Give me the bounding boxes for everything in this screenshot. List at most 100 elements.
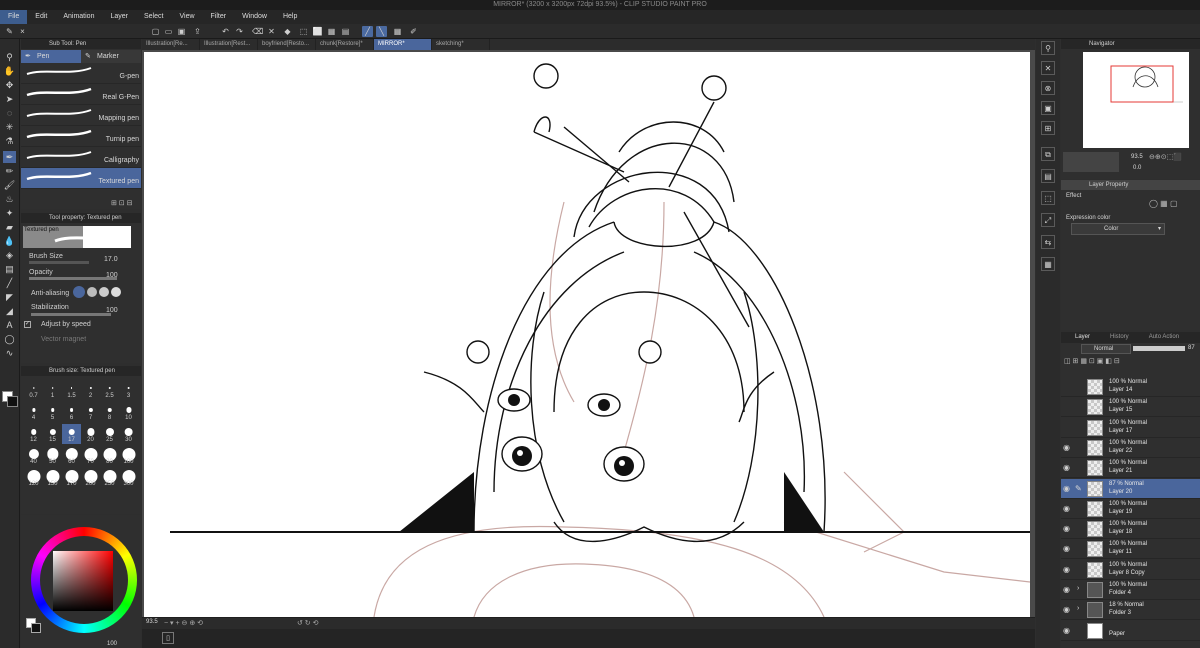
blend-mode-select[interactable]: Normal [1081,344,1131,354]
open-folder-icon[interactable]: ▭ [163,26,174,37]
tab-layer[interactable]: Layer [1061,332,1096,343]
doc-tab-mirror[interactable]: MIRROR* [374,39,432,50]
fill-icon[interactable]: ◆ [282,26,293,37]
doc-tab-2[interactable]: Illustration[Rest... [200,39,258,50]
eye-icon[interactable]: ◉ [1063,585,1072,594]
eye-icon[interactable]: ◉ [1063,463,1072,472]
drawing-canvas[interactable] [144,52,1030,617]
effect-icons[interactable]: ◯ ▦ ▢ [1149,199,1178,208]
tab-auto-action[interactable]: Auto Action [1135,332,1185,343]
hand-icon[interactable]: ✋ [3,65,16,77]
mesh-icon[interactable]: ▦ [1041,257,1055,271]
tab-pen[interactable]: ✒ Pen [21,50,81,63]
opacity-value[interactable]: 100 [106,272,118,279]
eye-icon[interactable]: ◉ [1063,484,1072,493]
frame-icon[interactable]: ◤ [3,291,16,303]
brush-size-option[interactable]: 5 [43,402,62,422]
ruler-icon[interactable]: ◢ [3,305,16,317]
layer-row[interactable]: ◉ 100 % Normal Layer 8 Copy [1061,560,1200,580]
layer-row[interactable]: ◉ Paper [1061,621,1200,641]
clear-outside-icon[interactable]: ✕ [266,26,277,37]
expression-color-select[interactable]: Color ▾ [1071,223,1165,235]
brush-size-option[interactable]: 1 [43,380,62,400]
layer-row[interactable]: ◉ ✎ 87 % Normal Layer 20 [1061,478,1200,499]
gradient-icon[interactable]: ▤ [3,263,16,275]
navigator-preview[interactable] [1083,52,1189,148]
eye-icon[interactable]: ◉ [1063,626,1072,635]
layer-row[interactable]: ◉ 100 % Normal Layer 21 [1061,458,1200,479]
pencil-icon[interactable]: ✎ [4,26,15,37]
scale-icon[interactable]: ⤢ [1041,213,1055,227]
brush-size-option[interactable]: 120 [24,468,43,488]
menu-file[interactable]: File [0,10,28,24]
layer-opacity-value[interactable]: 87 [1188,345,1195,351]
brush-size-option[interactable]: 50 [43,446,62,466]
menu-help[interactable]: Help [275,10,305,24]
transform-icon[interactable]: ⬚ [298,26,309,37]
decoration-icon[interactable]: ✦ [3,207,16,219]
menu-view[interactable]: View [171,10,202,24]
airbrush-icon[interactable]: ♨ [3,193,16,205]
paste-icon[interactable]: ▤ [1041,169,1055,183]
brush-size-option[interactable]: 250 [100,468,119,488]
snap-grid-icon[interactable]: ▦ [392,26,403,37]
navigator-angle[interactable]: 0.0 [1133,165,1141,171]
navigator-controls-icon[interactable]: ⊖⊕⊙⬚⬛ [1149,153,1182,161]
sub-color-chip[interactable] [31,623,41,633]
antialias-strong[interactable] [111,287,121,297]
stabilization-slider[interactable] [31,313,111,316]
brush-size-option[interactable]: 200 [81,468,100,488]
pencil-tool-icon[interactable]: ✏ [3,165,16,177]
brush-size-option[interactable]: 25 [100,424,119,444]
layer-row[interactable]: ◉ › 100 % Normal Folder 4 [1061,580,1200,600]
brush-item[interactable]: Calligraphy [21,147,141,168]
saturation-value-square[interactable] [53,551,113,611]
brush-size-option[interactable]: 70 [81,446,100,466]
menu-animation[interactable]: Animation [55,10,102,24]
layer-row[interactable]: ◉ 100 % Normal Layer 22 [1061,438,1200,458]
edit-icon[interactable]: ✐ [408,26,419,37]
auto-select-icon[interactable]: ✳ [3,121,16,133]
layer-row[interactable]: ◉ › 18 % Normal Folder 3 [1061,600,1200,621]
eye-hidden-icon[interactable] [1063,402,1072,411]
brush-size-option[interactable]: 8 [100,402,119,422]
antialias-medium[interactable] [99,287,109,297]
blend-icon[interactable]: 💧 [3,235,16,247]
text-icon[interactable]: A [3,319,16,331]
layer-row[interactable]: ◉ 100 % Normal Layer 19 [1061,499,1200,519]
doc-tab-3[interactable]: boyfriend[Resto... [258,39,316,50]
layer-row[interactable]: ◉ 100 % Normal Layer 11 [1061,539,1200,560]
stabilization-value[interactable]: 100 [106,307,118,314]
layer-row[interactable]: 100 % Normal Layer 17 [1061,418,1200,438]
correct-line-icon[interactable]: ∿ [3,347,16,359]
redo-icon[interactable]: ↷ [234,26,245,37]
clear-icon-right[interactable]: ✕ [1041,61,1055,75]
brush-size-slider[interactable] [29,261,89,264]
brush-size-option[interactable]: 1.5 [62,380,81,400]
object-icon[interactable]: ➤ [3,93,16,105]
layer-row[interactable]: 100 % Normal Layer 15 [1061,397,1200,418]
balloon-icon[interactable]: ◯ [3,333,16,345]
tab-history[interactable]: History [1096,332,1135,343]
brush-size-option[interactable]: 17 [62,424,81,444]
new-file-icon[interactable]: ▢ [150,26,161,37]
brush-size-option[interactable]: 60 [62,446,81,466]
brush-item[interactable]: G-pen [21,63,141,84]
move-icon[interactable]: ✥ [3,79,16,91]
eye-icon[interactable]: ◉ [1063,565,1072,574]
snap-special-ruler-icon[interactable]: ╲ [376,26,387,37]
brush-size-option[interactable]: 300 [119,468,138,488]
transform-icon-right[interactable]: ⬚ [1041,191,1055,205]
zoom-controls-icon[interactable]: − ▾ + ⊖ ⊕ ⟲ [164,619,203,627]
zoom-value[interactable]: 93.5 [146,619,158,625]
navigator-slider-area[interactable] [1063,152,1119,172]
fill-selection-icon[interactable]: ▣ [1041,101,1055,115]
folder-expand-icon[interactable]: › [1077,585,1079,592]
brush-size-value[interactable]: 17.0 [104,256,118,263]
brush-item[interactable]: Textured pen [21,168,141,189]
brush-size-option[interactable]: 12 [24,424,43,444]
adjust-speed-checkbox[interactable]: ✓ [24,321,31,328]
undo-icon[interactable]: ↶ [220,26,231,37]
lasso-icon[interactable]: ◌ [3,107,16,119]
brush-size-option[interactable]: 4 [24,402,43,422]
